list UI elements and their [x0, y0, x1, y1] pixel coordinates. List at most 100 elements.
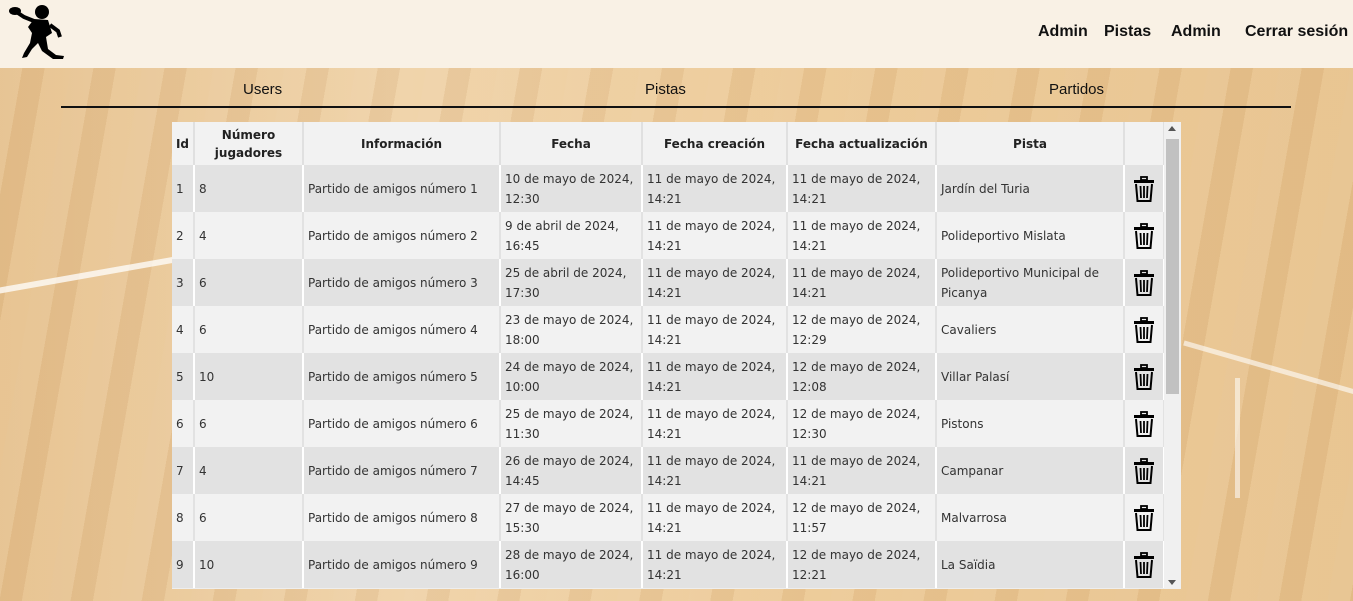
cell-info: Partido de amigos número 6 — [303, 400, 501, 447]
cell-id: 1 — [172, 165, 195, 212]
table-row: 8 6 Partido de amigos número 8 27 de mayo d… — [172, 494, 1165, 541]
cell-info: Partido de amigos número 8 — [303, 494, 501, 541]
scroll-up-arrow-icon[interactable] — [1168, 126, 1176, 131]
vertical-scrollbar[interactable] — [1164, 122, 1181, 589]
tab-users[interactable]: Users — [243, 81, 282, 98]
cell-players: 6 — [194, 259, 304, 306]
table-row: 9 10 Partido de amigos número 9 28 de mayo … — [172, 541, 1165, 588]
trash-icon[interactable] — [1133, 175, 1155, 202]
cell-pista: Polideportivo Mislata — [936, 212, 1125, 259]
cell-actualizacion: 12 de mayo de 2024, 12:30 — [787, 400, 937, 447]
cell-pista: Jardín del Turia — [936, 165, 1125, 212]
cell-actions — [1124, 306, 1165, 353]
cell-fecha: 9 de abril de 2024, 16:45 — [500, 212, 643, 259]
scroll-thumb[interactable] — [1166, 139, 1179, 394]
delete-button[interactable] — [1129, 316, 1159, 343]
cell-info: Partido de amigos número 9 — [303, 541, 501, 588]
cell-pista: Pistons — [936, 400, 1125, 447]
cell-players: 4 — [194, 447, 304, 494]
cell-info: Partido de amigos número 4 — [303, 306, 501, 353]
cell-pista: Polideportivo Municipal de Picanya — [936, 259, 1125, 306]
cell-players: 8 — [194, 165, 304, 212]
cell-info: Partido de amigos número 2 — [303, 212, 501, 259]
cell-actualizacion: 11 de mayo de 2024, 14:21 — [787, 212, 937, 259]
cell-players: 10 — [194, 541, 304, 588]
cell-fecha: 23 de mayo de 2024, 18:00 — [500, 306, 643, 353]
cell-info: Partido de amigos número 5 — [303, 353, 501, 400]
delete-button[interactable] — [1129, 410, 1159, 437]
cell-creacion: 11 de mayo de 2024, 14:21 — [642, 212, 788, 259]
delete-button[interactable] — [1129, 175, 1159, 202]
tab-pistas[interactable]: Pistas — [645, 81, 686, 98]
cell-fecha: 28 de mayo de 2024, 16:00 — [500, 541, 643, 588]
cell-info: Partido de amigos número 3 — [303, 259, 501, 306]
trash-icon[interactable] — [1133, 316, 1155, 343]
cell-info: Partido de amigos número 7 — [303, 447, 501, 494]
cell-creacion: 11 de mayo de 2024, 14:21 — [642, 306, 788, 353]
cell-creacion: 11 de mayo de 2024, 14:21 — [642, 494, 788, 541]
table-row: 5 10 Partido de amigos número 5 24 de mayo … — [172, 353, 1165, 400]
cell-pista: Cavaliers — [936, 306, 1125, 353]
trash-icon[interactable] — [1133, 363, 1155, 390]
nav-pistas-link[interactable]: Pistas — [1104, 23, 1151, 41]
cell-pista: La Saïdia — [936, 541, 1125, 588]
matches-table-container: Id Número jugadores Información Fecha Fe… — [172, 122, 1181, 589]
table-row: 7 4 Partido de amigos número 7 26 de mayo d… — [172, 447, 1165, 494]
table-header-row: Id Número jugadores Información Fecha Fe… — [172, 122, 1165, 165]
cell-actions — [1124, 353, 1165, 400]
logout-link[interactable]: Cerrar sesión — [1245, 23, 1348, 41]
cell-actualizacion: 11 de mayo de 2024, 14:21 — [787, 447, 937, 494]
matches-table: Id Número jugadores Información Fecha Fe… — [172, 122, 1165, 588]
cell-fecha: 25 de mayo de 2024, 11:30 — [500, 400, 643, 447]
scroll-down-arrow-icon[interactable] — [1168, 580, 1176, 585]
tabs-divider — [61, 106, 1291, 108]
navbar: Admin Pistas Admin Cerrar sesión — [0, 0, 1353, 68]
cell-actualizacion: 12 de mayo de 2024, 12:21 — [787, 541, 937, 588]
cell-creacion: 11 de mayo de 2024, 14:21 — [642, 447, 788, 494]
cell-actions — [1124, 165, 1165, 212]
column-header-players: Número jugadores — [194, 122, 304, 165]
cell-actualizacion: 12 de mayo de 2024, 12:08 — [787, 353, 937, 400]
cell-players: 6 — [194, 494, 304, 541]
column-header-creacion: Fecha creación — [642, 122, 788, 165]
trash-icon[interactable] — [1133, 410, 1155, 437]
trash-icon[interactable] — [1133, 504, 1155, 531]
cell-actualizacion: 11 de mayo de 2024, 14:21 — [787, 259, 937, 306]
cell-actions — [1124, 494, 1165, 541]
cell-id: 2 — [172, 212, 195, 259]
trash-icon[interactable] — [1133, 269, 1155, 296]
tab-partidos[interactable]: Partidos — [1049, 81, 1104, 98]
delete-button[interactable] — [1129, 222, 1159, 249]
table-row: 4 6 Partido de amigos número 4 23 de mayo d… — [172, 306, 1165, 353]
delete-button[interactable] — [1129, 457, 1159, 484]
delete-button[interactable] — [1129, 551, 1159, 578]
delete-button[interactable] — [1129, 363, 1159, 390]
cell-id: 7 — [172, 447, 195, 494]
padel-player-silhouette-icon[interactable] — [8, 3, 68, 61]
cell-actualizacion: 12 de mayo de 2024, 12:29 — [787, 306, 937, 353]
column-header-pista: Pista — [936, 122, 1125, 165]
court-line — [1235, 378, 1240, 498]
trash-icon[interactable] — [1133, 222, 1155, 249]
nav-admin-link-2[interactable]: Admin — [1171, 23, 1221, 41]
cell-actions — [1124, 212, 1165, 259]
delete-button[interactable] — [1129, 504, 1159, 531]
cell-creacion: 11 de mayo de 2024, 14:21 — [642, 353, 788, 400]
trash-icon[interactable] — [1133, 457, 1155, 484]
column-header-actualizacion: Fecha actualización — [787, 122, 937, 165]
table-body: 1 8 Partido de amigos número 1 10 de mayo d… — [172, 165, 1165, 588]
cell-players: 6 — [194, 306, 304, 353]
trash-icon[interactable] — [1133, 551, 1155, 578]
cell-players: 10 — [194, 353, 304, 400]
cell-fecha: 27 de mayo de 2024, 15:30 — [500, 494, 643, 541]
delete-button[interactable] — [1129, 269, 1159, 296]
cell-players: 6 — [194, 400, 304, 447]
cell-creacion: 11 de mayo de 2024, 14:21 — [642, 400, 788, 447]
column-header-info: Información — [303, 122, 501, 165]
section-tabs: Users Pistas Partidos — [61, 78, 1291, 108]
cell-id: 8 — [172, 494, 195, 541]
cell-fecha: 25 de abril de 2024, 17:30 — [500, 259, 643, 306]
nav-admin-link[interactable]: Admin — [1038, 23, 1088, 41]
cell-id: 6 — [172, 400, 195, 447]
cell-pista: Malvarrosa — [936, 494, 1125, 541]
